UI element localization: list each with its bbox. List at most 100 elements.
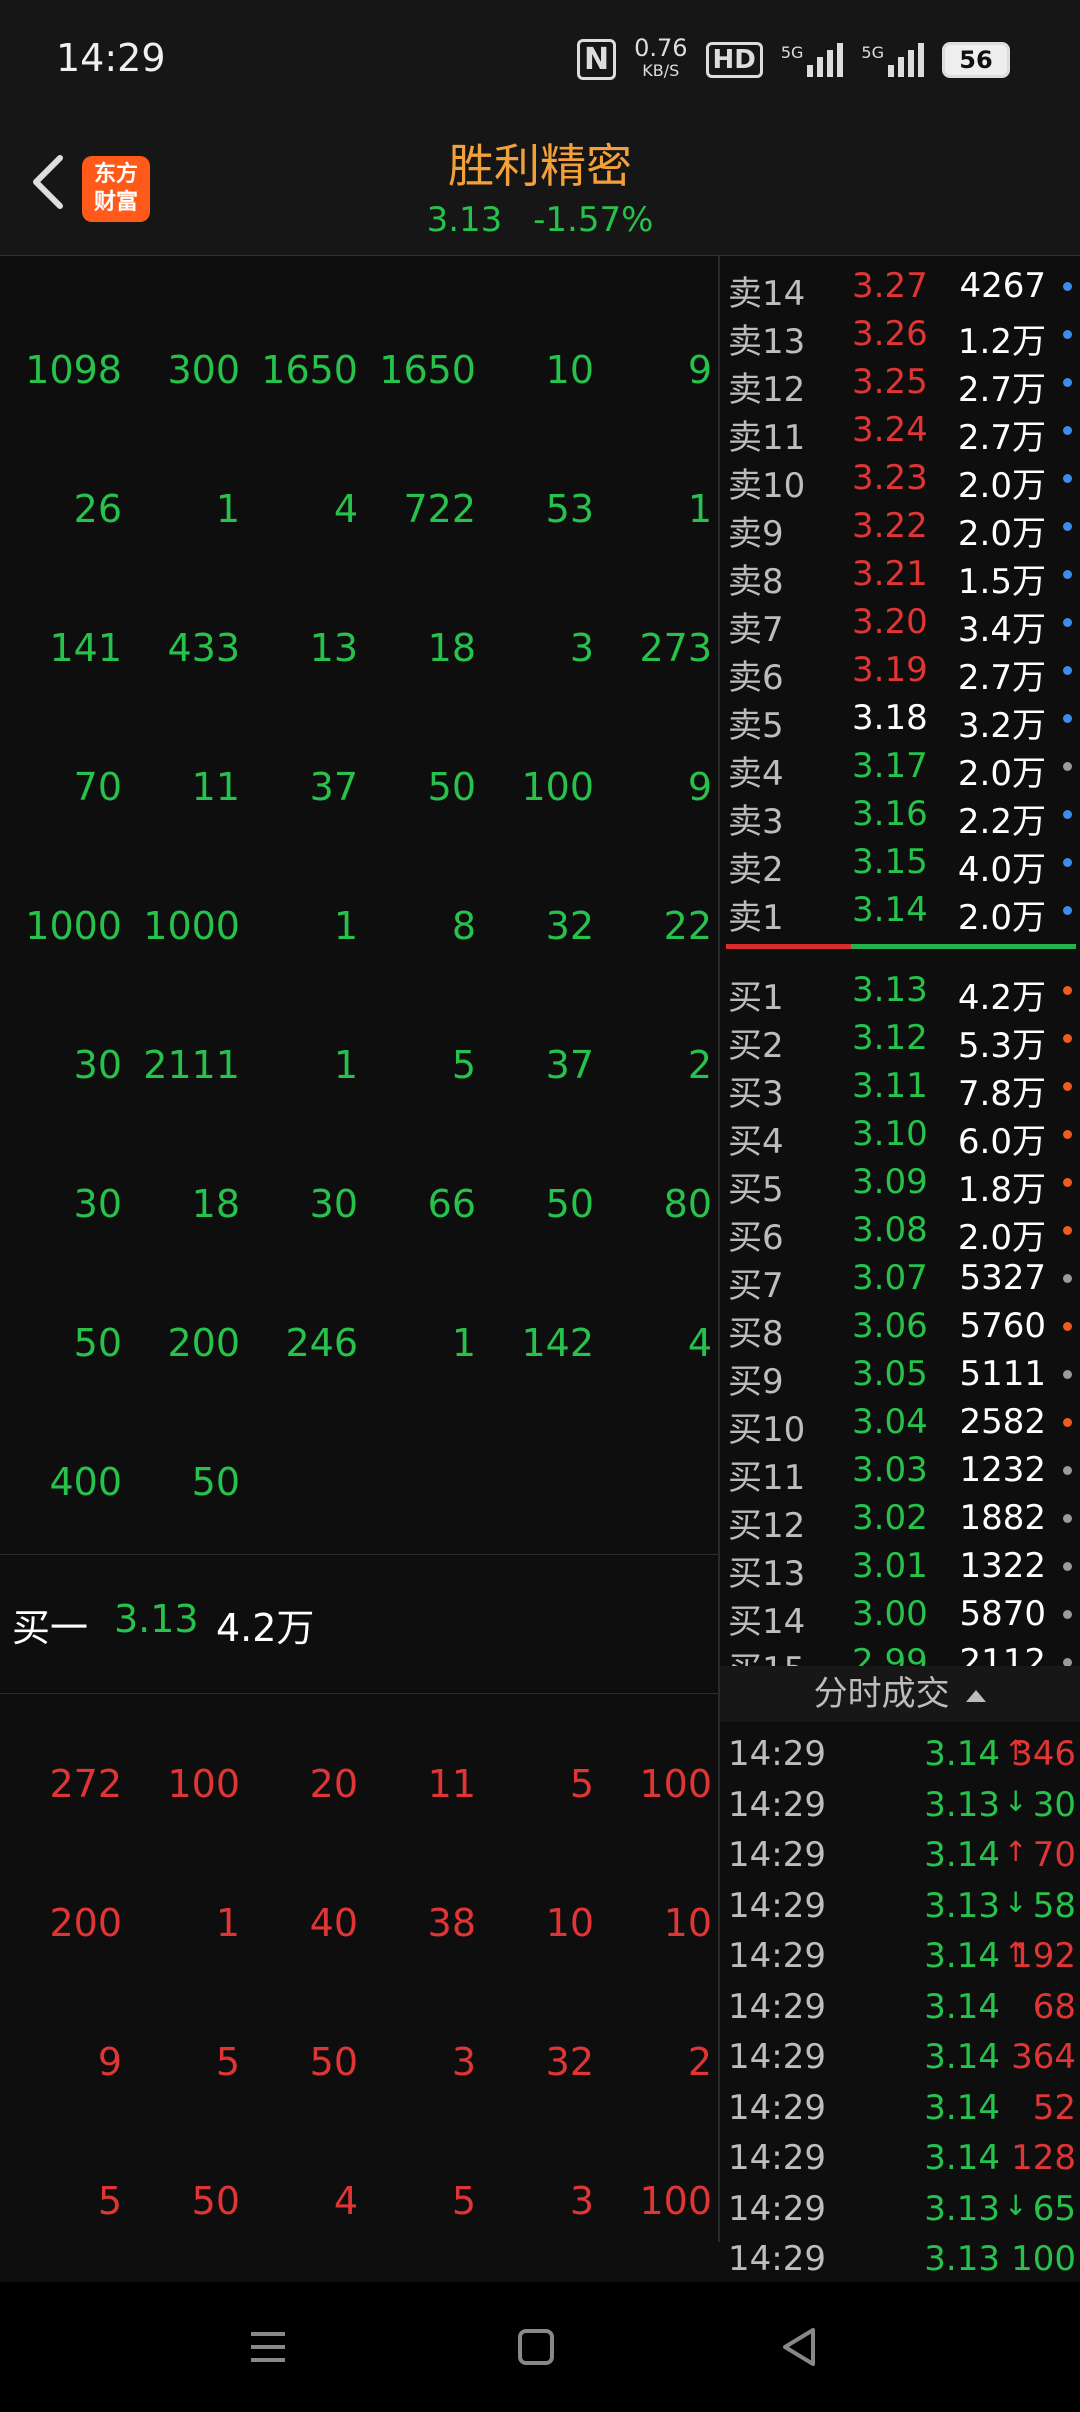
ask-volume: 2.7万 [957,418,1046,458]
bid-row[interactable]: 买8 3.06 5760 [720,1304,1080,1354]
menu-icon[interactable] [243,2322,293,2372]
ask-volume: 2.0万 [957,898,1046,938]
tick-direction-arrow: ↓ [1004,1784,1028,1818]
bid-indicator-dot [1063,1082,1072,1091]
ask-row[interactable]: 卖13 3.26 1.2万 [720,312,1080,362]
tick-row: 14:29 3.14 ↑ 70 [720,1835,1080,1883]
bid-indicator-dot [1063,1274,1072,1283]
tick-volume: 364 [1011,2037,1076,2077]
ask-row[interactable]: 卖3 3.16 2.2万 [720,792,1080,842]
bid-row[interactable]: 买7 3.07 5327 [720,1256,1080,1306]
bid-row[interactable]: 买13 3.01 1322 [720,1544,1080,1594]
status-time: 14:29 [56,36,166,80]
sell-queue-qty: 50 [427,765,476,809]
ask-price: 3.18 [852,698,928,738]
bid-row[interactable]: 买15 2.99 2112 [720,1640,1080,1666]
ask-row[interactable]: 卖6 3.19 2.7万 [720,648,1080,698]
sell-queue-qty: 53 [545,487,594,531]
bid-row[interactable]: 买11 3.03 1232 [720,1448,1080,1498]
ticks-header[interactable]: 分时成交 [720,1666,1080,1722]
bid-row[interactable]: 买6 3.08 2.0万 [720,1208,1080,1258]
ask-indicator-dot [1063,426,1072,435]
tick-price: 3.14 [924,2138,1000,2178]
bid-row[interactable]: 买1 3.13 4.2万 [720,968,1080,1018]
bid-row[interactable]: 买4 3.10 6.0万 [720,1112,1080,1162]
home-icon[interactable] [511,2322,561,2372]
bid-row[interactable]: 买5 3.09 1.8万 [720,1160,1080,1210]
ask-volume: 4267 [959,266,1046,306]
ask-label: 卖11 [728,418,806,458]
tick-volume: 346 [1011,1734,1076,1774]
buy-queue-qty: 10 [663,1901,712,1945]
buy-queue-qty: 50 [191,2179,240,2223]
bid-price: 3.04 [852,1402,928,1442]
sell-queue-qty: 300 [167,348,240,392]
back-icon[interactable] [775,2322,825,2372]
sell-queue-row: 400 50 [0,1460,718,1520]
sell-queue-qty: 37 [309,765,358,809]
ask-row[interactable]: 卖8 3.21 1.5万 [720,552,1080,602]
bid-row[interactable]: 买14 3.00 5870 [720,1592,1080,1642]
stock-header: 东方 财富 胜利精密 3.13 -1.57% [0,110,1080,256]
bid-volume: 5.3万 [957,1026,1046,1066]
tick-time: 14:29 [728,2239,826,2279]
bid-volume: 5870 [959,1594,1046,1634]
buy-queue-qty: 38 [427,1901,476,1945]
ask-row[interactable]: 卖10 3.23 2.0万 [720,456,1080,506]
bid-label: 买11 [728,1458,806,1498]
sell-queue-row: 1000 1000 1 8 32 22 [0,904,718,964]
bid-row[interactable]: 买2 3.12 5.3万 [720,1016,1080,1066]
ask-row[interactable]: 卖1 3.14 2.0万 [720,888,1080,938]
buy-queue-qty: 1 [215,1901,240,1945]
bid-price: 3.12 [852,1018,928,1058]
ask-volume: 2.7万 [957,658,1046,698]
sell-queue-row: 30 18 30 66 50 80 [0,1182,718,1242]
buy-queue-row: 200 1 40 38 10 10 [0,1901,718,1961]
ask-row[interactable]: 卖14 3.27 4267 [720,264,1080,314]
order-book-list[interactable]: 卖14 3.27 4267 卖13 3.26 1.2万 卖12 3.25 2.7万 卖11 3.24… [720,256,1080,1666]
bid-row[interactable]: 买3 3.11 7.8万 [720,1064,1080,1114]
tick-volume: 68 [1032,1986,1076,2027]
ask-row[interactable]: 卖12 3.25 2.7万 [720,360,1080,410]
bid-row[interactable]: 买10 3.04 2582 [720,1400,1080,1450]
ask-row[interactable]: 卖9 3.22 2.0万 [720,504,1080,554]
tick-volume: 52 [1032,2087,1076,2128]
sell-queue-qty: 433 [167,626,240,670]
tick-price: 3.14 [924,1986,1000,2027]
tick-time: 14:29 [728,1784,826,1825]
sell-queue-qty: 8 [451,904,476,948]
tick-time: 14:29 [728,1734,826,1774]
tick-price: 3.14 [924,1835,1000,1875]
bid-label: 买10 [728,1410,806,1450]
bid-volume: 2112 [959,1642,1046,1666]
ask-label: 卖9 [728,514,784,554]
tick-row: 14:29 3.13 100 [720,2239,1080,2287]
bid-volume: 5327 [959,1258,1046,1298]
sell-queue-qty: 4 [687,1321,712,1365]
bid-label: 买7 [728,1266,784,1306]
ask-row[interactable]: 卖2 3.15 4.0万 [720,840,1080,890]
bid-indicator-dot [1063,1322,1072,1331]
sell-queue-qty: 246 [285,1321,358,1365]
ask-volume: 1.2万 [957,322,1046,362]
ask-label: 卖1 [728,898,784,938]
ask-row[interactable]: 卖4 3.17 2.0万 [720,744,1080,794]
ask-label: 卖10 [728,466,806,506]
bid1-summary: 买一 3.13 4.2万 [0,1554,718,1694]
ask-row[interactable]: 卖5 3.18 3.2万 [720,696,1080,746]
bid-row[interactable]: 买9 3.05 5111 [720,1352,1080,1402]
ask-indicator-dot [1063,762,1072,771]
ask-row[interactable]: 卖7 3.20 3.4万 [720,600,1080,650]
ask-indicator-dot [1063,282,1072,291]
ask-label: 卖14 [728,274,806,314]
price-change: 3.13 -1.57% [0,200,1080,240]
buy-queue-qty: 4 [333,2179,358,2223]
ask-row[interactable]: 卖11 3.24 2.7万 [720,408,1080,458]
buy-queue-qty: 20 [309,1762,358,1806]
bid-price: 3.06 [852,1306,928,1346]
battery-icon: 56 [942,41,1010,78]
bid-row[interactable]: 买12 3.02 1882 [720,1496,1080,1546]
sell-queue-qty: 37 [545,1043,594,1087]
ask-indicator-dot [1063,474,1072,483]
bid-volume: 1232 [959,1450,1046,1490]
